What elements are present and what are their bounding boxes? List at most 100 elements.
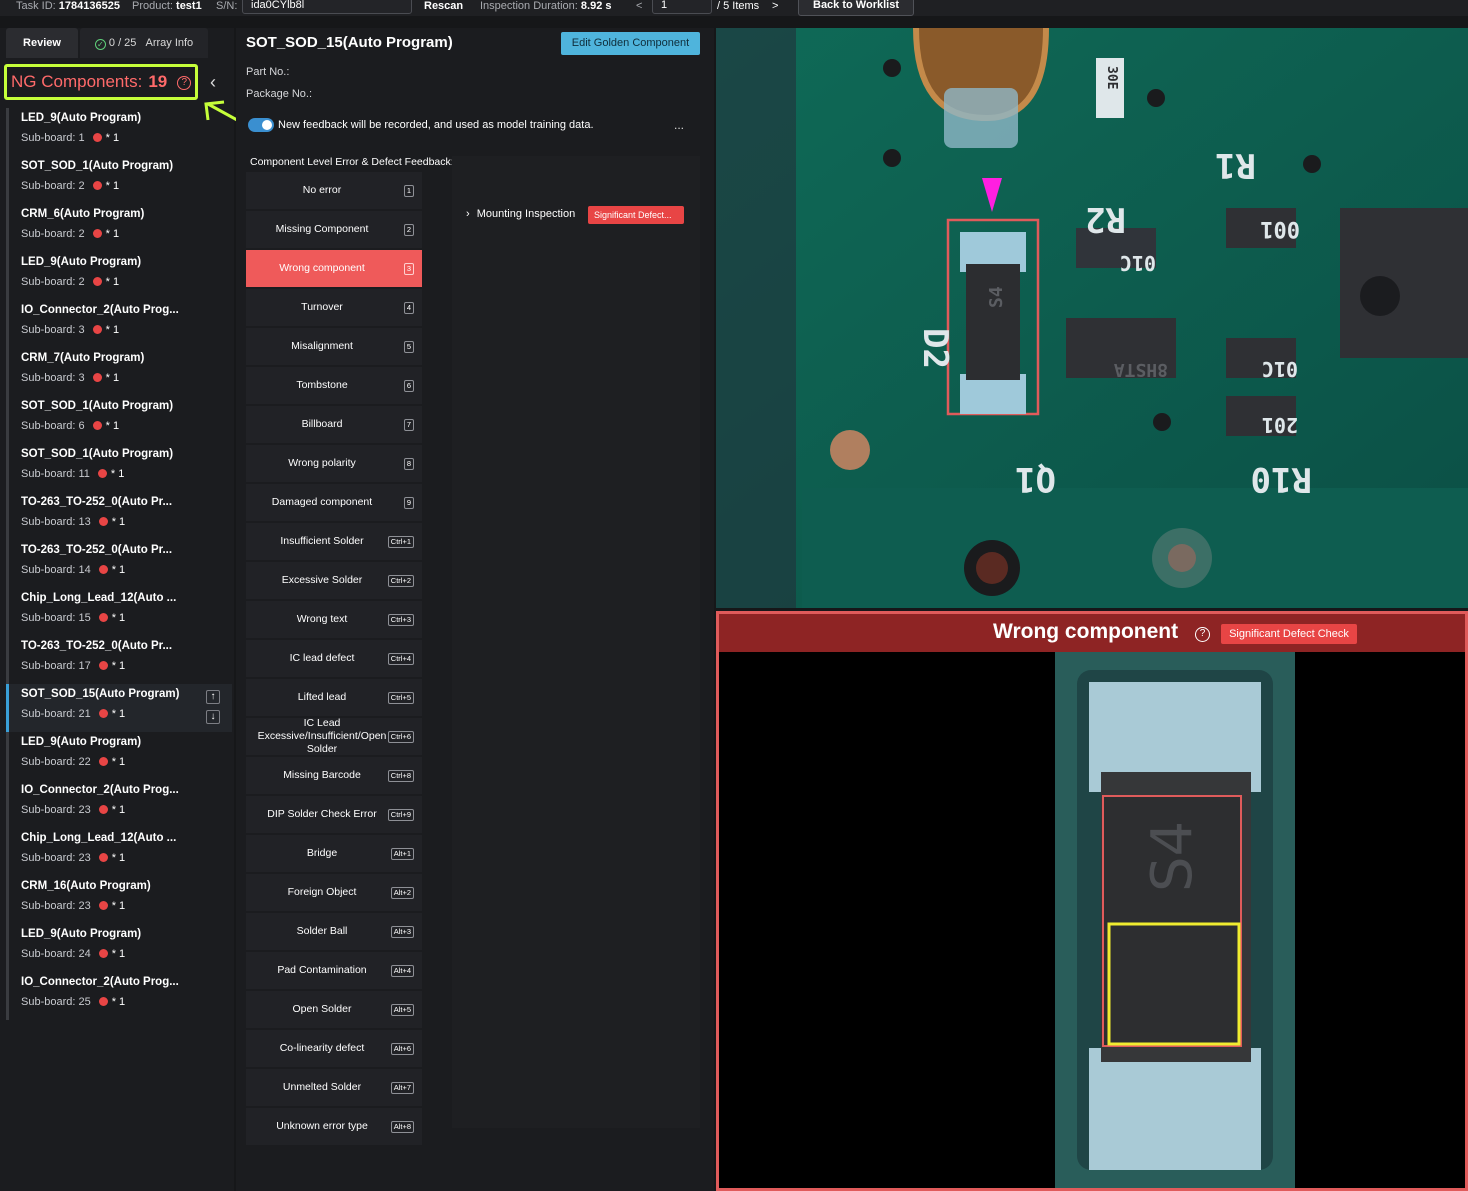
ng-list-item[interactable]: Chip_Long_Lead_12(Auto ... Sub-board: 23 *…: [6, 828, 232, 876]
shortcut-key: Ctrl+4: [387, 652, 414, 665]
error-dot-icon: [92, 421, 102, 430]
tab-array-info[interactable]: ✓ 0 / 25 Array Info: [80, 28, 208, 58]
ng-item-subboard: Sub-board: 13 * 1: [21, 516, 125, 528]
ng-item-multiplier: * 1: [111, 996, 126, 1008]
error-type-button[interactable]: IC lead defect Ctrl+4: [246, 640, 422, 677]
error-type-button[interactable]: Wrong polarity 8: [246, 445, 422, 482]
ng-list-item[interactable]: TO-263_TO-252_0(Auto Pr... Sub-board: 14 *…: [6, 540, 232, 588]
ng-item-multiplier: * 1: [105, 132, 120, 144]
error-type-button[interactable]: Missing Component 2: [246, 211, 422, 248]
help-icon[interactable]: ?: [1195, 627, 1210, 642]
error-type-button[interactable]: Excessive Solder Ctrl+2: [246, 562, 422, 599]
feedback-toggle[interactable]: [248, 118, 274, 132]
ng-list-item[interactable]: CRM_6(Auto Program) Sub-board: 2 * 1: [6, 204, 232, 252]
mounting-inspection-label: Mounting Inspection: [476, 208, 576, 220]
shortcut-key: Alt+3: [390, 925, 414, 938]
chevron-left-icon[interactable]: ‹: [210, 73, 226, 91]
ng-list-item[interactable]: SOT_SOD_15(Auto Program) Sub-board: 21 * 1…: [6, 684, 232, 732]
next-page-button[interactable]: >: [772, 0, 778, 12]
ng-item-name: IO_Connector_2(Auto Prog...: [21, 976, 179, 988]
ng-item-subboard-label: Sub-board: 2: [21, 228, 85, 240]
ng-item-name: IO_Connector_2(Auto Prog...: [21, 304, 179, 316]
error-type-button[interactable]: Co-linearity defect Alt+6: [246, 1030, 422, 1067]
shortcut-key: Alt+4: [390, 964, 414, 977]
ng-list-item[interactable]: LED_9(Auto Program) Sub-board: 2 * 1: [6, 252, 232, 300]
error-type-label: Excessive Solder: [281, 574, 363, 586]
ng-item-subboard: Sub-board: 1 * 1: [21, 132, 119, 144]
pcb-image: D2 R2 R1 Q1 R10 001 01C 01C 201 S4 8HSTA…: [716, 28, 1468, 608]
ng-list-item[interactable]: TO-263_TO-252_0(Auto Pr... Sub-board: 13 *…: [6, 492, 232, 540]
ng-item-subboard-label: Sub-board: 23: [21, 852, 91, 864]
ng-list-item[interactable]: IO_Connector_2(Auto Prog... Sub-board: 25…: [6, 972, 232, 1020]
ng-item-subboard-label: Sub-board: 23: [21, 900, 91, 912]
ng-list-item[interactable]: IO_Connector_2(Auto Prog... Sub-board: 3 *…: [6, 300, 232, 348]
error-type-button[interactable]: Wrong text Ctrl+3: [246, 601, 422, 638]
mounting-inspection-row[interactable]: › Mounting Inspection: [466, 208, 575, 220]
ng-item-subboard: Sub-board: 25 * 1: [21, 996, 125, 1008]
error-type-button[interactable]: Misalignment 5: [246, 328, 422, 365]
error-type-button[interactable]: IC Lead Excessive/Insufficient/Open Sold…: [246, 717, 422, 755]
error-type-button[interactable]: Wrong component 3: [246, 250, 422, 287]
ng-list-item[interactable]: CRM_7(Auto Program) Sub-board: 3 * 1: [6, 348, 232, 396]
ng-list-item[interactable]: LED_9(Auto Program) Sub-board: 1 * 1: [6, 108, 232, 156]
ng-label: NG Components:: [11, 72, 143, 91]
ng-item-multiplier: * 1: [111, 852, 126, 864]
significant-defect-check-badge: Significant Defect Check: [1221, 624, 1357, 644]
component-zoom-image[interactable]: S4: [719, 652, 1465, 1188]
prev-page-button[interactable]: <: [636, 0, 642, 12]
error-type-label: Unknown error type: [276, 1120, 368, 1132]
ng-list-item[interactable]: Chip_Long_Lead_12(Auto ... Sub-board: 15 *…: [6, 588, 232, 636]
task-id: Task ID: 1784136525: [16, 0, 120, 12]
error-dot-icon: [92, 325, 102, 334]
ng-list-item[interactable]: LED_9(Auto Program) Sub-board: 22 * 1: [6, 732, 232, 780]
help-icon[interactable]: ?: [177, 76, 192, 90]
error-type-button[interactable]: Turnover 4: [246, 289, 422, 326]
sn-input[interactable]: ida0CYlb8l: [242, 0, 412, 14]
more-options-icon[interactable]: ...: [674, 118, 684, 132]
pcb-overview-image[interactable]: D2 R2 R1 Q1 R10 001 01C 01C 201 S4 8HSTA…: [716, 28, 1468, 608]
error-type-label: Turnover: [301, 301, 343, 313]
part-no: Part No.:: [246, 66, 290, 78]
error-type-button[interactable]: Bridge Alt+1: [246, 835, 422, 872]
back-to-worklist-button[interactable]: Back to Worklist: [798, 0, 914, 16]
error-type-label: Wrong component: [279, 262, 365, 274]
rescan-button[interactable]: Rescan: [424, 0, 463, 12]
shortcut-key: Alt+5: [390, 1003, 414, 1016]
ng-list-item[interactable]: SOT_SOD_1(Auto Program) Sub-board: 2 * 1: [6, 156, 232, 204]
error-type-button[interactable]: Insufficient Solder Ctrl+1: [246, 523, 422, 560]
ng-item-multiplier: * 1: [110, 468, 125, 480]
error-type-button[interactable]: Lifted lead Ctrl+5: [246, 679, 422, 716]
inspection-detail-pane: › Mounting Inspection Significant Defect…: [452, 156, 700, 1128]
ng-item-name: LED_9(Auto Program): [21, 112, 142, 124]
arrow-up-icon[interactable]: ↑: [206, 690, 220, 704]
review-progress: 0 / 25: [108, 37, 137, 49]
tab-review[interactable]: Review: [6, 28, 78, 58]
page-input[interactable]: 1: [652, 0, 712, 14]
ng-item-subboard-label: Sub-board: 2: [21, 276, 85, 288]
error-type-button[interactable]: Damaged component 9: [246, 484, 422, 521]
error-type-label: Lifted lead: [297, 691, 347, 703]
ng-list-item[interactable]: SOT_SOD_1(Auto Program) Sub-board: 6 * 1: [6, 396, 232, 444]
edit-golden-component-button[interactable]: Edit Golden Component: [561, 32, 700, 55]
shortcut-key: Alt+6: [390, 1042, 414, 1055]
error-type-button[interactable]: DIP Solder Check Error Ctrl+9: [246, 796, 422, 833]
ng-list-item[interactable]: SOT_SOD_1(Auto Program) Sub-board: 11 * 1: [6, 444, 232, 492]
error-type-button[interactable]: No error 1: [246, 172, 422, 209]
error-type-button[interactable]: Billboard 7: [246, 406, 422, 443]
error-type-button[interactable]: Unmelted Solder Alt+7: [246, 1069, 422, 1106]
arrow-down-icon[interactable]: ↓: [206, 710, 220, 724]
error-type-button[interactable]: Missing Barcode Ctrl+8: [246, 757, 422, 794]
error-type-button[interactable]: Unknown error type Alt+8: [246, 1108, 422, 1145]
ng-list-item[interactable]: CRM_16(Auto Program) Sub-board: 23 * 1: [6, 876, 232, 924]
error-type-button[interactable]: Foreign Object Alt+2: [246, 874, 422, 911]
error-type-button[interactable]: Pad Contamination Alt+4: [246, 952, 422, 989]
ng-list-item[interactable]: TO-263_TO-252_0(Auto Pr... Sub-board: 17 *…: [6, 636, 232, 684]
error-type-button[interactable]: Solder Ball Alt+3: [246, 913, 422, 950]
shortcut-key: Alt+8: [390, 1120, 414, 1133]
ng-list-item[interactable]: LED_9(Auto Program) Sub-board: 24 * 1: [6, 924, 232, 972]
ng-list-item[interactable]: IO_Connector_2(Auto Prog... Sub-board: 23…: [6, 780, 232, 828]
error-type-button[interactable]: Tombstone 6: [246, 367, 422, 404]
error-type-button[interactable]: Open Solder Alt+5: [246, 991, 422, 1028]
shortcut-key: Ctrl+9: [387, 808, 414, 821]
significant-defect-badge: Significant Defect...: [588, 206, 684, 224]
